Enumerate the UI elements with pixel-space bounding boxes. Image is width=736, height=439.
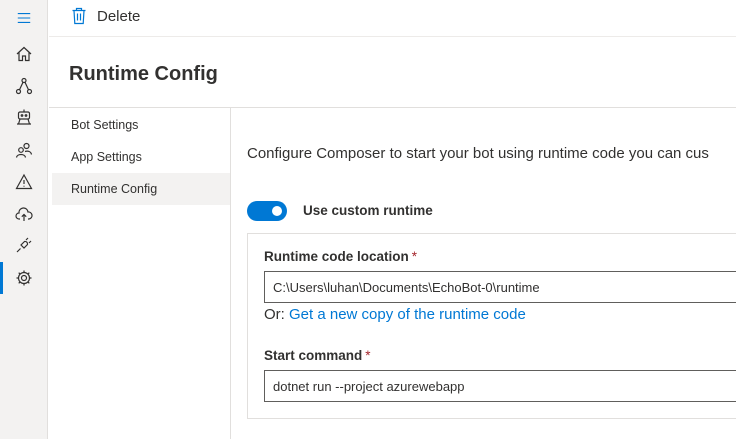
nav-users[interactable] — [0, 134, 48, 166]
settings-nav-runtime-config[interactable]: Runtime Config — [52, 173, 230, 205]
required-marker: * — [365, 348, 371, 363]
or-label: Or: — [264, 306, 285, 323]
required-marker: * — [411, 249, 418, 264]
start-command-label-text: Start command — [264, 348, 363, 363]
page-title: Runtime Config — [69, 63, 218, 85]
hamburger-menu-button[interactable] — [0, 0, 48, 35]
bot-icon — [17, 109, 31, 125]
settings-icon — [16, 270, 32, 286]
trash-icon — [72, 7, 86, 25]
header-divider — [49, 107, 736, 108]
copy-runtime-row: Or: Get a new copy of the runtime code — [264, 306, 526, 323]
command-bar: Delete — [49, 0, 736, 37]
flow-icon — [15, 77, 33, 95]
start-command-label: Start command * — [264, 348, 371, 363]
nav-diagnostics[interactable] — [0, 166, 48, 198]
settings-nav-bot-settings[interactable]: Bot Settings — [52, 109, 230, 141]
nav-publish[interactable] — [0, 198, 48, 230]
runtime-location-label: Runtime code location * — [264, 249, 417, 264]
nav-connections[interactable] — [0, 229, 48, 261]
runtime-location-label-text: Runtime code location — [264, 249, 409, 264]
delete-label: Delete — [97, 7, 141, 25]
settings-nav-app-settings[interactable]: App Settings — [52, 141, 230, 173]
nav-bot-responses[interactable] — [0, 101, 48, 133]
start-command-input[interactable] — [264, 370, 736, 402]
custom-runtime-toggle[interactable] — [247, 201, 287, 221]
cloud-upload-icon — [15, 207, 33, 221]
users-icon — [15, 142, 33, 158]
nav-design[interactable] — [0, 70, 48, 102]
get-runtime-copy-link[interactable]: Get a new copy of the runtime code — [289, 306, 526, 323]
nav-divider — [230, 108, 231, 439]
left-nav-rail — [0, 0, 48, 439]
nav-home[interactable] — [0, 38, 48, 70]
custom-runtime-toggle-label: Use custom runtime — [303, 203, 433, 218]
warning-icon — [15, 173, 33, 190]
runtime-description: Configure Composer to start your bot usi… — [247, 145, 709, 162]
delete-button[interactable]: Delete — [71, 4, 140, 28]
hamburger-icon — [17, 12, 31, 23]
home-icon — [16, 46, 32, 62]
plug-icon — [16, 237, 32, 253]
toggle-knob — [272, 206, 282, 216]
nav-settings[interactable] — [0, 262, 48, 294]
runtime-location-input[interactable] — [264, 271, 736, 303]
settings-nav: Bot Settings App Settings Runtime Config — [52, 109, 230, 205]
